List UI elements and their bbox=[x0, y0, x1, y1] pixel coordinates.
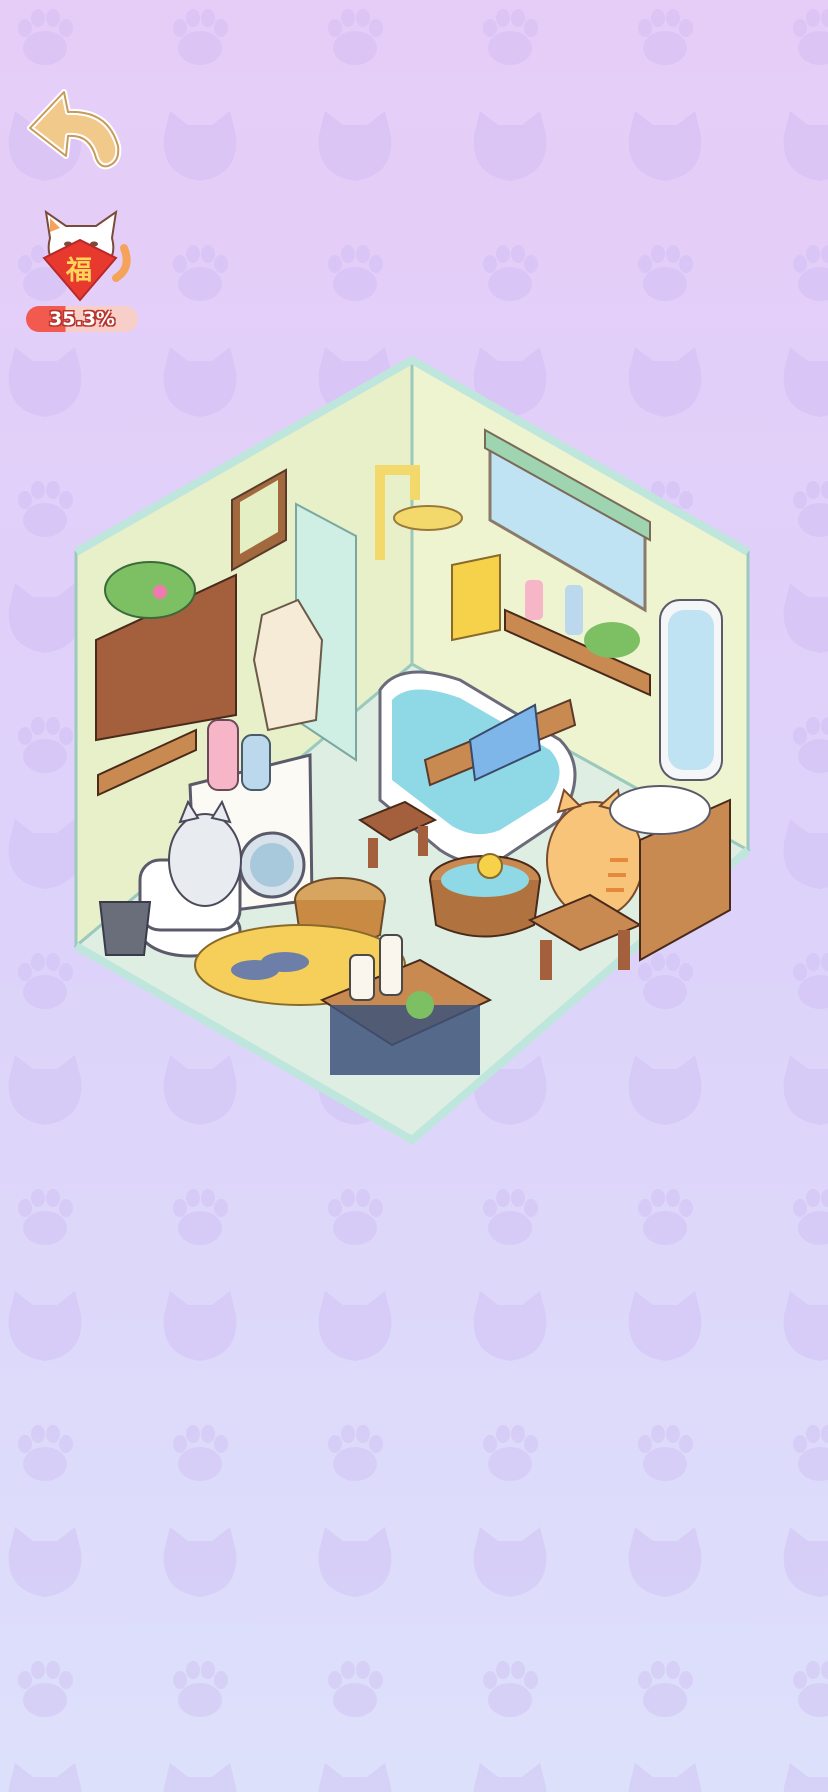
luck-progress: 35.3% bbox=[26, 306, 138, 332]
mirror[interactable] bbox=[659, 599, 723, 781]
luck-character: 福 bbox=[65, 256, 92, 286]
wooden-tub[interactable] bbox=[429, 853, 541, 938]
potted-plant[interactable] bbox=[104, 561, 196, 619]
hanging-towel[interactable] bbox=[451, 553, 501, 642]
luck-badge[interactable]: 福 35.3% bbox=[20, 208, 142, 336]
bathroom-room[interactable] bbox=[64, 350, 764, 1150]
trash-can[interactable] bbox=[98, 901, 152, 956]
back-button[interactable] bbox=[22, 82, 126, 174]
curved-arrow-icon bbox=[27, 89, 122, 170]
